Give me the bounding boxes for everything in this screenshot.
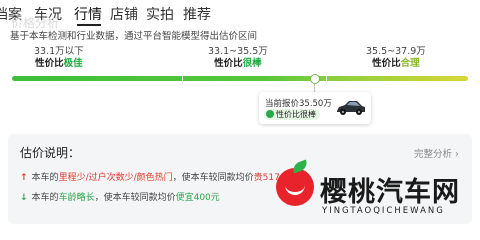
car-thumbnail-icon (337, 101, 365, 115)
range-mid-tag: 性价比很棒 (214, 58, 262, 69)
estimate-panel-title: 估价说明： (20, 146, 81, 160)
value-rating-badge: 性价比很棒 (264, 109, 320, 120)
current-price-card: 当前报价35.50万 性价比很棒 (259, 92, 371, 124)
range-mid: 33.1~35.5万 性价比很棒 (208, 46, 268, 70)
price-range-bar (12, 76, 468, 81)
tab-recommend[interactable]: 推荐 (183, 4, 211, 24)
range-low: 33.1万以下 性价比极佳 (34, 46, 84, 70)
range-divider-2 (326, 76, 327, 81)
tab-photos[interactable]: 实拍 (146, 4, 174, 24)
current-price-label: 当前报价35.50万 (265, 99, 332, 109)
arrow-down-icon: ↓ (20, 193, 28, 203)
range-high-value: 35.5~37.9万 (366, 46, 426, 57)
estimate-factor-row-2: ↓ 本车的车龄略长，使本车较同款均价便宜400元 (20, 193, 220, 203)
tab-market[interactable]: 行情 (74, 4, 102, 24)
range-high: 35.5~37.9万 性价比合理 (366, 46, 426, 70)
estimate-factor-row-1: ↑ 本车的里程少/过户次数少/颜色热门，使本车较同款均价贵5174元 (20, 173, 295, 183)
active-tab-indicator (77, 24, 101, 26)
range-low-value: 33.1万以下 (34, 46, 84, 57)
site-watermark: 樱桃汽车网 YINGTAOQICHEWANG (262, 159, 480, 224)
valuation-description: 基于本车检测和行业数据，通过平台智能模型得出估价区间 (10, 31, 258, 42)
range-mid-value: 33.1~35.5万 (208, 46, 268, 57)
arrow-up-icon: ↑ (20, 173, 28, 183)
current-price-marker (310, 74, 320, 84)
range-divider-1 (182, 76, 183, 81)
tab-bar: 档案 车况 行情 店铺 实拍 推荐 (0, 2, 480, 26)
full-analysis-link[interactable]: 完整分析 › (414, 146, 459, 160)
tab-store[interactable]: 店铺 (110, 4, 138, 24)
range-high-tag: 性价比合理 (372, 58, 420, 69)
range-low-tag: 性价比极佳 (35, 58, 83, 69)
thumb-icon (266, 110, 274, 118)
watermark-name: 樱桃汽车网 (320, 177, 460, 208)
watermark-pinyin: YINGTAOQICHEWANG (322, 206, 445, 216)
